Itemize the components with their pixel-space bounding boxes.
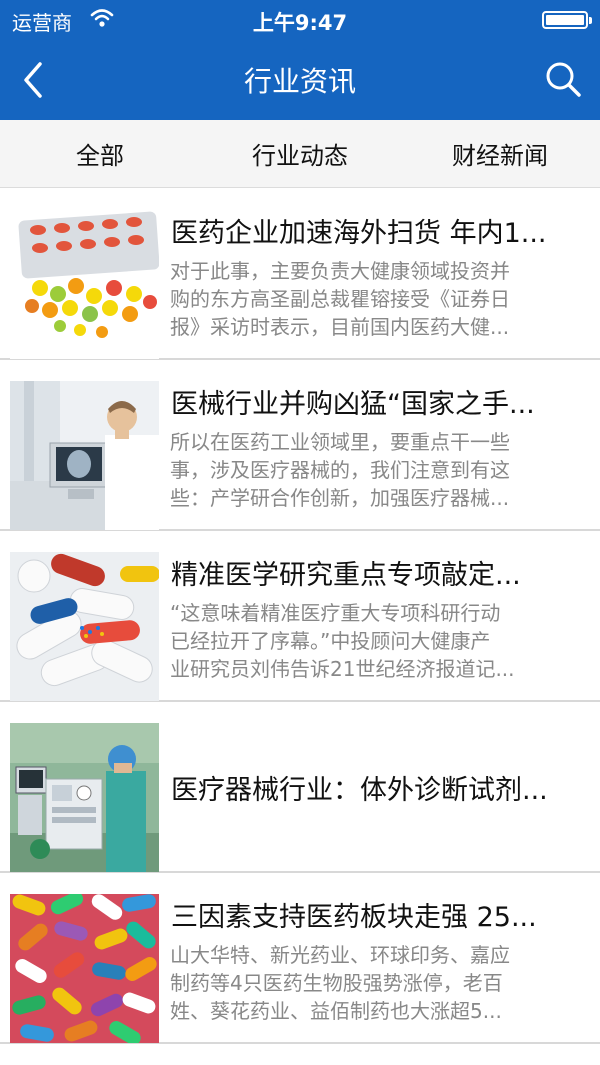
news-thumbnail-capsules [10, 552, 159, 701]
news-title: 医械行业并购凶猛“国家之手... [171, 389, 535, 420]
news-item[interactable]: 医械行业并购凶猛“国家之手... 所以在医药工业领域里，要重点干一些 事，涉及医… [0, 360, 600, 531]
category-tabs: 全部 行业动态 财经新闻 [0, 120, 600, 188]
news-summary-line: 业研究员刘伟告诉21世纪经济报道记... [170, 657, 515, 681]
search-icon [546, 62, 581, 97]
news-summary-line: 已经拉开了序幕。”中投顾问大健康产 [170, 629, 491, 653]
tab-all[interactable]: 全部 [0, 120, 200, 187]
news-thumbnail-doctor [10, 381, 159, 530]
news-summary-line: 事，涉及医疗器械的，我们注意到有这 [170, 458, 510, 482]
news-title: 医疗器械行业：体外诊断试剂... [171, 775, 548, 806]
news-summary-line: 所以在医药工业领域里，要重点干一些 [170, 430, 510, 454]
news-summary-line: 姓、葵花药业、益佰制药也大涨超5... [170, 999, 502, 1023]
news-item[interactable]: 精准医学研究重点专项敲定... “这意味着精准医疗重大专项科研行动 已经拉开了序… [0, 531, 600, 702]
news-summary-line: “这意味着精准医疗重大专项科研行动 [170, 601, 501, 625]
news-thumbnail-medical-equipment [10, 723, 159, 872]
news-summary: 对于此事，主要负责大健康领域投资并 购的东方高圣副总裁瞿镕接受《证券日 报》采访… [170, 257, 586, 341]
app-header: 运营商 上午9:47 行业资讯 [0, 0, 600, 120]
news-summary-line: 购的东方高圣副总裁瞿镕接受《证券日 [170, 287, 510, 311]
news-item[interactable]: 三因素支持医药板块走强 25... 山大华特、新光药业、环球印务、嘉应 制药等4… [0, 873, 600, 1044]
news-summary: “这意味着精准医疗重大专项科研行动 已经拉开了序幕。”中投顾问大健康产 业研究员… [170, 599, 586, 683]
search-button[interactable] [542, 58, 584, 100]
tab-finance-news[interactable]: 财经新闻 [400, 120, 600, 187]
news-summary-line: 山大华特、新光药业、环球印务、嘉应 [170, 943, 510, 967]
news-title: 医药企业加速海外扫货 年内1... [171, 218, 547, 249]
news-summary-line: 些：产学研合作创新，加强医疗器械... [170, 486, 510, 510]
news-item[interactable]: 医疗器械行业：体外诊断试剂... [0, 702, 600, 873]
news-title: 三因素支持医药板块走强 25... [171, 902, 537, 933]
news-summary: 所以在医药工业领域里，要重点干一些 事，涉及医疗器械的，我们注意到有这 些：产学… [170, 428, 586, 512]
news-title: 精准医学研究重点专项敲定... [171, 560, 521, 591]
news-thumbnail-colorful-capsules [10, 894, 159, 1043]
page-title: 行业资讯 [243, 65, 356, 98]
nav-bar: 行业资讯 [0, 40, 600, 120]
tab-industry-news[interactable]: 行业动态 [200, 120, 400, 187]
news-summary-line: 制药等4只医药生物股强势涨停，老百 [170, 971, 503, 995]
battery-icon [542, 11, 592, 29]
news-item[interactable]: 医药企业加速海外扫货 年内1... 对于此事，主要负责大健康领域投资并 购的东方… [0, 189, 600, 360]
news-list: 医药企业加速海外扫货 年内1... 对于此事，主要负责大健康领域投资并 购的东方… [0, 189, 600, 1044]
news-summary: 山大华特、新光药业、环球印务、嘉应 制药等4只医药生物股强势涨停，老百 姓、葵花… [170, 941, 586, 1025]
news-summary-line: 对于此事，主要负责大健康领域投资并 [170, 259, 510, 283]
status-bar: 运营商 上午9:47 [0, 0, 600, 40]
clock: 上午9:47 [252, 11, 348, 35]
news-thumbnail-pills [10, 210, 159, 359]
news-summary-line: 报》采访时表示，目前国内医药大健... [170, 315, 510, 339]
